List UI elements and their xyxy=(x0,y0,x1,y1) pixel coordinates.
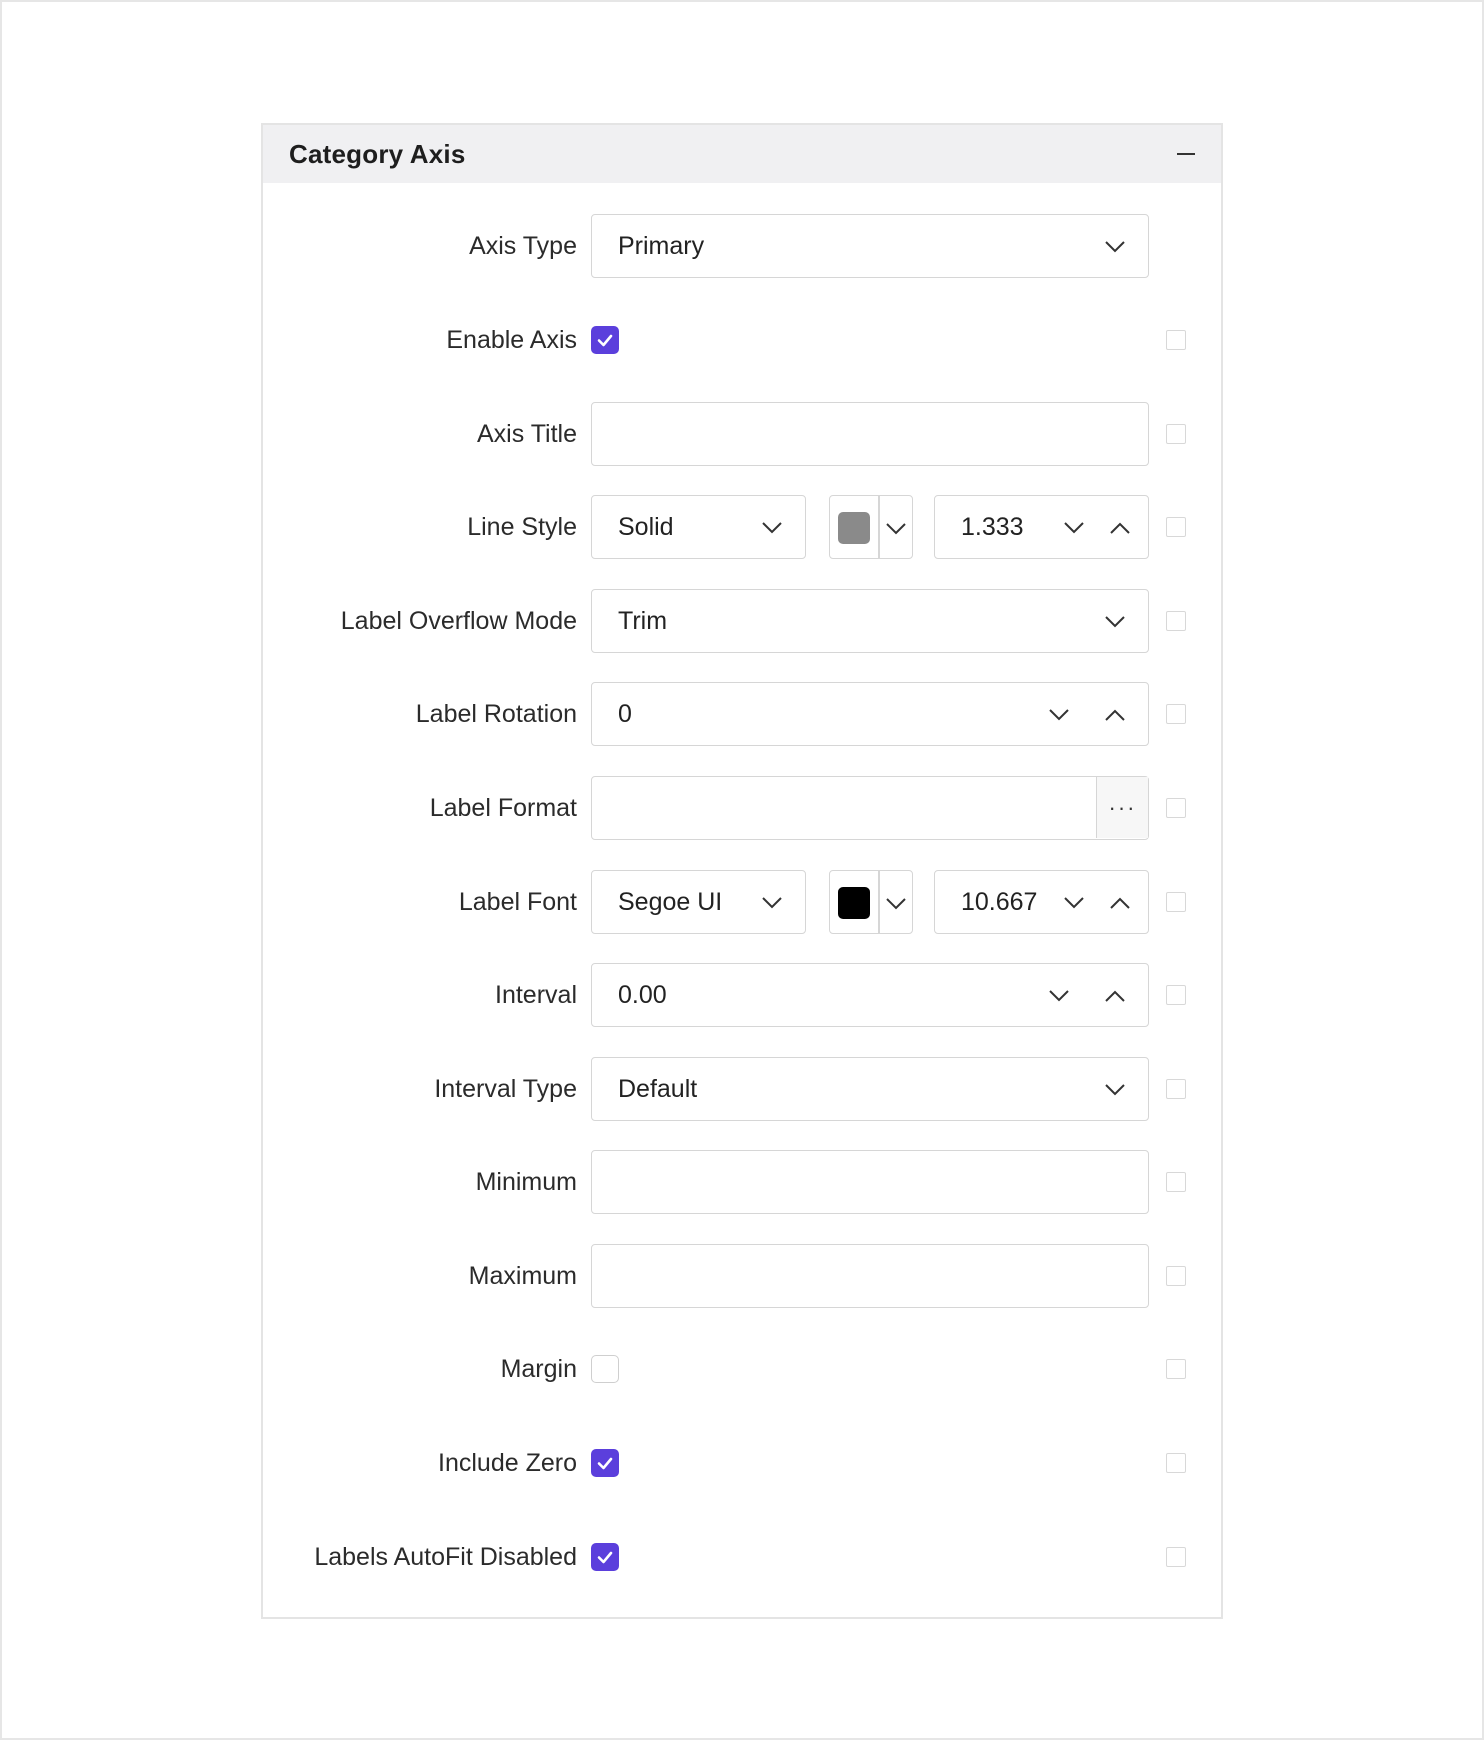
row-line-style: Line Style Solid 1.333 xyxy=(263,495,1221,559)
interval-type-value: Default xyxy=(618,1074,698,1103)
row-label-overflow-mode: Label Overflow Mode Trim xyxy=(263,589,1221,653)
interval-side-checkbox[interactable] xyxy=(1166,985,1186,1005)
label-format-side-checkbox[interactable] xyxy=(1166,798,1186,818)
increment-icon[interactable] xyxy=(1104,985,1126,1007)
row-labels-autofit-disabled: Labels AutoFit Disabled xyxy=(263,1525,1221,1589)
label-font-label: Label Font xyxy=(458,887,577,916)
decrement-icon[interactable] xyxy=(1063,892,1085,914)
chevron-down-icon xyxy=(761,517,783,539)
enable-axis-label: Enable Axis xyxy=(446,325,577,354)
line-style-side-checkbox[interactable] xyxy=(1166,517,1186,537)
line-color-picker[interactable] xyxy=(829,495,913,559)
decrement-icon[interactable] xyxy=(1063,517,1085,539)
axis-type-label: Axis Type xyxy=(469,231,577,260)
chevron-down-icon xyxy=(1104,611,1126,633)
row-axis-type: Axis Type Primary xyxy=(263,214,1221,278)
increment-icon[interactable] xyxy=(1109,892,1131,914)
chevron-down-icon xyxy=(885,518,907,540)
row-include-zero: Include Zero xyxy=(263,1431,1221,1495)
enable-axis-side-checkbox[interactable] xyxy=(1166,330,1186,350)
row-label-font: Label Font Segoe UI 10.667 xyxy=(263,870,1221,934)
minimum-input[interactable] xyxy=(591,1150,1149,1214)
interval-type-label: Interval Type xyxy=(434,1074,577,1103)
label-rotation-side-checkbox[interactable] xyxy=(1166,704,1186,724)
maximum-input[interactable] xyxy=(591,1244,1149,1308)
label-overflow-mode-side-checkbox[interactable] xyxy=(1166,611,1186,631)
label-rotation-stepper[interactable]: 0 xyxy=(591,682,1149,746)
font-size-stepper[interactable]: 10.667 xyxy=(934,870,1149,934)
row-interval-type: Interval Type Default xyxy=(263,1057,1221,1121)
check-icon xyxy=(597,334,613,347)
panel-header[interactable]: Category Axis xyxy=(263,125,1221,183)
minimum-label: Minimum xyxy=(475,1167,577,1196)
label-overflow-mode-value: Trim xyxy=(618,606,668,635)
label-font-dropdown[interactable]: Segoe UI xyxy=(591,870,806,934)
labels-autofit-disabled-side-checkbox[interactable] xyxy=(1166,1547,1186,1567)
interval-label: Interval xyxy=(495,980,577,1009)
check-icon xyxy=(597,1551,613,1564)
line-style-label: Line Style xyxy=(467,512,577,541)
increment-icon[interactable] xyxy=(1109,517,1131,539)
label-format-label: Label Format xyxy=(429,793,577,822)
decrement-icon[interactable] xyxy=(1048,704,1070,726)
row-label-rotation: Label Rotation 0 xyxy=(263,682,1221,746)
enable-axis-checkbox[interactable] xyxy=(591,326,619,354)
line-style-dropdown[interactable]: Solid xyxy=(591,495,806,559)
axis-type-value: Primary xyxy=(618,231,705,260)
maximum-label: Maximum xyxy=(468,1261,577,1290)
axis-type-dropdown[interactable]: Primary xyxy=(591,214,1149,278)
minimum-side-checkbox[interactable] xyxy=(1166,1172,1186,1192)
label-rotation-label: Label Rotation xyxy=(415,699,577,728)
axis-title-side-checkbox[interactable] xyxy=(1166,424,1186,444)
labels-autofit-disabled-checkbox[interactable] xyxy=(591,1543,619,1571)
chevron-down-icon xyxy=(885,893,907,915)
chevron-down-icon xyxy=(1104,236,1126,258)
increment-icon[interactable] xyxy=(1104,704,1126,726)
panel-title: Category Axis xyxy=(289,138,466,169)
row-label-format: Label Format ··· xyxy=(263,776,1221,840)
labels-autofit-disabled-label: Labels AutoFit Disabled xyxy=(314,1542,577,1571)
label-format-input[interactable]: ··· xyxy=(591,776,1149,840)
font-color-picker[interactable] xyxy=(829,870,913,934)
margin-side-checkbox[interactable] xyxy=(1166,1359,1186,1379)
margin-checkbox[interactable] xyxy=(591,1355,619,1383)
maximum-side-checkbox[interactable] xyxy=(1166,1266,1186,1286)
label-overflow-mode-dropdown[interactable]: Trim xyxy=(591,589,1149,653)
chevron-down-icon xyxy=(1104,1079,1126,1101)
line-width-stepper[interactable]: 1.333 xyxy=(934,495,1149,559)
more-options-button[interactable]: ··· xyxy=(1096,777,1148,838)
include-zero-label: Include Zero xyxy=(438,1448,577,1477)
chevron-down-icon xyxy=(761,892,783,914)
include-zero-checkbox[interactable] xyxy=(591,1449,619,1477)
margin-label: Margin xyxy=(500,1354,577,1383)
row-maximum: Maximum xyxy=(263,1244,1221,1308)
interval-type-dropdown[interactable]: Default xyxy=(591,1057,1149,1121)
check-icon xyxy=(597,1457,613,1470)
label-overflow-mode-label: Label Overflow Mode xyxy=(340,606,577,635)
interval-stepper[interactable]: 0.00 xyxy=(591,963,1149,1027)
row-enable-axis: Enable Axis xyxy=(263,308,1221,372)
line-color-swatch xyxy=(838,512,870,544)
row-minimum: Minimum xyxy=(263,1150,1221,1214)
collapse-icon[interactable] xyxy=(1175,143,1197,165)
decrement-icon[interactable] xyxy=(1048,985,1070,1007)
row-interval: Interval 0.00 xyxy=(263,963,1221,1027)
axis-title-input[interactable] xyxy=(591,402,1149,466)
include-zero-side-checkbox[interactable] xyxy=(1166,1453,1186,1473)
font-color-swatch xyxy=(838,887,870,919)
row-margin: Margin xyxy=(263,1337,1221,1401)
axis-title-label: Axis Title xyxy=(476,419,577,448)
interval-type-side-checkbox[interactable] xyxy=(1166,1079,1186,1099)
label-font-side-checkbox[interactable] xyxy=(1166,892,1186,912)
row-axis-title: Axis Title xyxy=(263,402,1221,466)
category-axis-panel: Category Axis Axis Type Primary Enable A… xyxy=(261,123,1223,1619)
